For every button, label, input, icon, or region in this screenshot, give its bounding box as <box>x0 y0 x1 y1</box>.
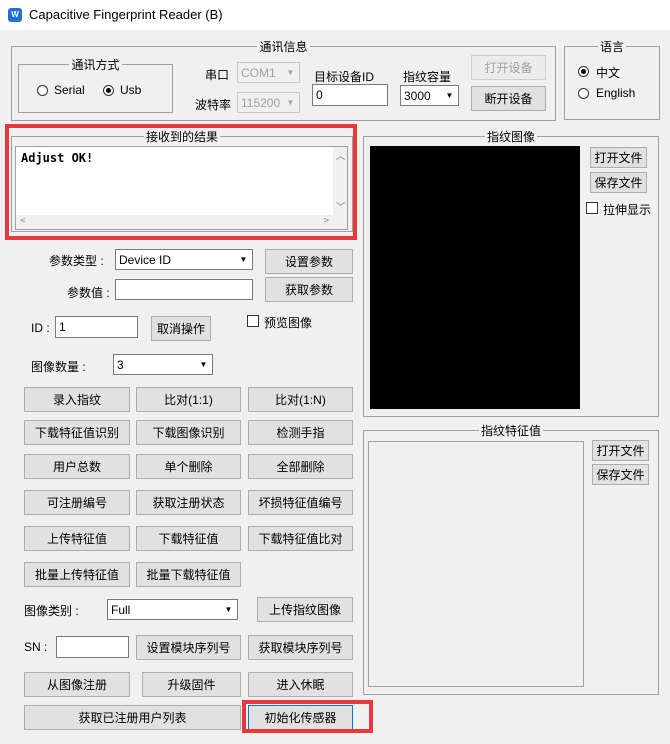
batch-download-feature-button[interactable]: 批量下载特征值 <box>136 562 241 587</box>
preview-image-label: 预览图像 <box>264 316 313 330</box>
param-type-label: 参数类型 : <box>49 254 104 268</box>
enter-sleep-button[interactable]: 进入休眠 <box>248 672 353 697</box>
feature-display-box <box>368 441 584 687</box>
highlight-box-result <box>5 124 357 240</box>
id-input[interactable]: 1 <box>55 316 138 338</box>
upload-feature-button[interactable]: 上传特征值 <box>24 526 130 551</box>
download-image-identify-button[interactable]: 下载图像识别 <box>136 420 241 445</box>
port-value: COM1 <box>241 66 276 80</box>
image-count-label: 图像数量 : <box>31 360 86 374</box>
fingerprint-feature-legend: 指纹特征值 <box>480 424 541 438</box>
id-label: ID : <box>31 321 50 335</box>
delete-single-button[interactable]: 单个删除 <box>136 454 241 479</box>
param-type-value: Device ID <box>119 253 172 267</box>
image-save-file-button[interactable]: 保存文件 <box>590 172 647 193</box>
delete-all-button[interactable]: 全部删除 <box>248 454 353 479</box>
get-param-button[interactable]: 获取参数 <box>265 277 353 302</box>
user-count-button[interactable]: 用户总数 <box>24 454 130 479</box>
sn-label: SN : <box>24 640 48 654</box>
port-label: 串口 <box>205 68 230 82</box>
chevron-down-icon: ▼ <box>442 87 457 104</box>
baud-select[interactable]: 115200 ▼ <box>237 92 300 113</box>
param-value-input[interactable] <box>115 279 253 300</box>
serial-label: Serial <box>54 83 85 97</box>
english-label: English <box>596 86 636 100</box>
target-id-label: 目标设备ID <box>314 70 375 84</box>
image-type-label: 图像类别 : <box>24 604 79 618</box>
app-icon: W <box>8 8 22 22</box>
fingerprint-image-canvas <box>370 146 580 409</box>
enroll-fingerprint-button[interactable]: 录入指纹 <box>24 387 130 412</box>
capacity-value: 3000 <box>404 89 431 103</box>
highlight-box-init-sensor <box>242 700 373 733</box>
chevron-down-icon: ▼ <box>283 94 298 111</box>
enrollable-number-button[interactable]: 可注册编号 <box>24 490 130 515</box>
chevron-down-icon: ▼ <box>221 601 236 618</box>
get-serial-button[interactable]: 获取模块序列号 <box>248 635 353 660</box>
stretch-display-label: 拉伸显示 <box>603 203 652 217</box>
usb-radio[interactable] <box>103 85 114 96</box>
port-select[interactable]: COM1 ▼ <box>237 62 300 83</box>
chevron-down-icon: ▼ <box>196 356 211 373</box>
chinese-radio[interactable] <box>578 66 589 77</box>
comm-info-legend: 通讯信息 <box>259 40 308 54</box>
usb-label: Usb <box>120 83 142 97</box>
download-feature-compare-button[interactable]: 下载特征值比对 <box>248 526 353 551</box>
english-radio[interactable] <box>578 88 589 99</box>
get-enroll-status-button[interactable]: 获取注册状态 <box>136 490 241 515</box>
set-serial-button[interactable]: 设置模块序列号 <box>136 635 241 660</box>
batch-upload-feature-button[interactable]: 批量上传特征值 <box>24 562 130 587</box>
chinese-label: 中文 <box>596 66 621 80</box>
chevron-down-icon: ▼ <box>236 251 251 268</box>
image-count-select[interactable]: 3 ▼ <box>113 354 213 375</box>
download-feature-button[interactable]: 下载特征值 <box>136 526 241 551</box>
detect-finger-button[interactable]: 检测手指 <box>248 420 353 445</box>
bad-feature-number-button[interactable]: 坏损特征值编号 <box>248 490 353 515</box>
cancel-operation-button[interactable]: 取消操作 <box>151 316 211 341</box>
capacity-label: 指纹容量 <box>403 70 452 84</box>
get-user-list-button[interactable]: 获取已注册用户列表 <box>24 705 241 730</box>
image-count-value: 3 <box>117 358 124 372</box>
target-id-input[interactable]: 0 <box>312 84 388 106</box>
title-bar: W Capacitive Fingerprint Reader (B) <box>0 0 670 30</box>
chevron-down-icon: ▼ <box>283 64 298 81</box>
sn-input[interactable] <box>56 636 129 658</box>
param-type-select[interactable]: Device ID ▼ <box>115 249 253 270</box>
feature-save-file-button[interactable]: 保存文件 <box>592 464 649 485</box>
capacity-select[interactable]: 3000 ▼ <box>400 85 459 106</box>
baud-value: 115200 <box>241 96 281 110</box>
feature-open-file-button[interactable]: 打开文件 <box>592 440 649 461</box>
comm-mode-legend: 通讯方式 <box>71 58 120 72</box>
enroll-from-image-button[interactable]: 从图像注册 <box>24 672 130 697</box>
upload-image-button[interactable]: 上传指纹图像 <box>257 597 353 622</box>
serial-radio[interactable] <box>37 85 48 96</box>
open-device-button[interactable]: 打开设备 <box>471 55 546 80</box>
upgrade-firmware-button[interactable]: 升级固件 <box>142 672 241 697</box>
match-1-n-button[interactable]: 比对(1:N) <box>248 387 353 412</box>
baud-label: 波特率 <box>195 98 232 112</box>
fingerprint-image-legend: 指纹图像 <box>486 130 535 144</box>
close-device-button[interactable]: 断开设备 <box>471 86 546 111</box>
set-param-button[interactable]: 设置参数 <box>265 249 353 274</box>
stretch-display-checkbox[interactable] <box>586 202 598 214</box>
image-open-file-button[interactable]: 打开文件 <box>590 147 647 168</box>
preview-image-checkbox[interactable] <box>247 315 259 327</box>
language-legend: 语言 <box>599 40 624 54</box>
window-title: Capacitive Fingerprint Reader (B) <box>29 7 223 22</box>
param-value-label: 参数值 : <box>67 286 110 300</box>
download-feature-identify-button[interactable]: 下载特征值识别 <box>24 420 130 445</box>
match-1-1-button[interactable]: 比对(1:1) <box>136 387 241 412</box>
image-type-select[interactable]: Full ▼ <box>107 599 238 620</box>
image-type-value: Full <box>111 603 131 617</box>
